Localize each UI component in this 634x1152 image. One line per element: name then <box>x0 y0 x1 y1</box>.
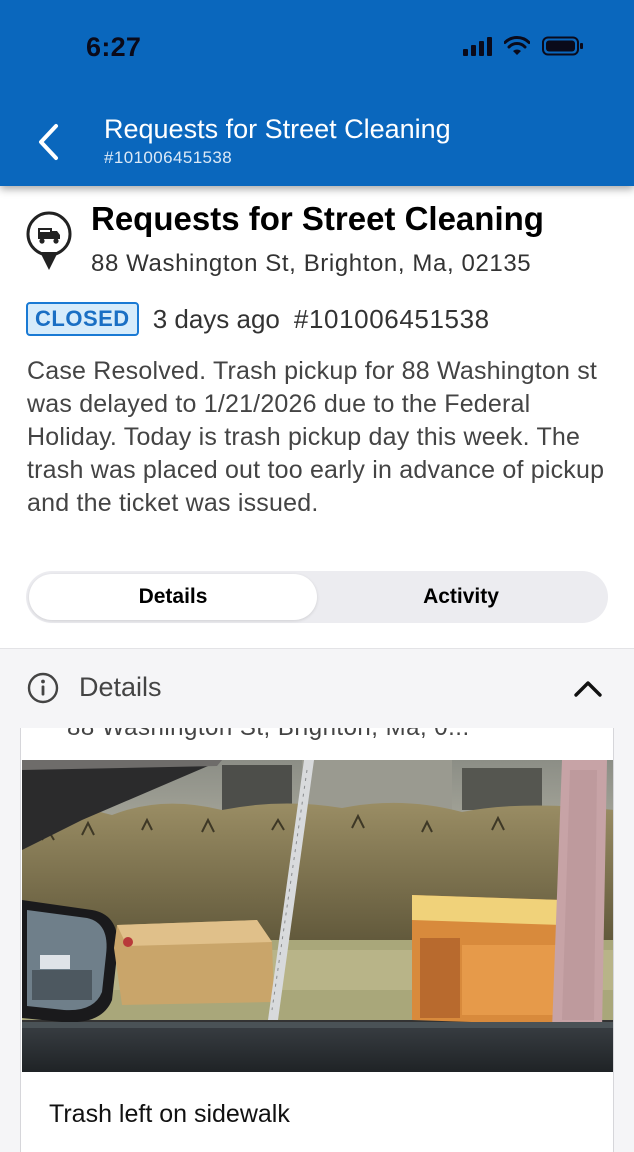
request-case-number: #101006451538 <box>293 303 490 334</box>
back-button[interactable] <box>28 118 68 166</box>
app-screen: 6:27 Requests for Street Cleaning #10100… <box>0 0 634 1152</box>
status-icons <box>463 36 584 56</box>
tab-details[interactable]: Details <box>29 574 317 620</box>
wifi-icon <box>504 36 530 55</box>
card-partial-address: 88 Washington St, Brighton, Ma, 0... <box>67 728 470 742</box>
details-card: 88 Washington St, Brighton, Ma, 0... <box>20 728 614 1152</box>
chevron-up-icon[interactable] <box>572 674 604 702</box>
status-row: CLOSED 3 days ago #101006451538 <box>26 302 490 336</box>
tab-control: Details Activity <box>26 571 608 623</box>
request-description: Case Resolved. Trash pickup for 88 Washi… <box>27 357 605 517</box>
header-case-number: #101006451538 <box>104 148 233 167</box>
info-icon <box>27 672 59 704</box>
request-title: Requests for Street Cleaning <box>91 200 544 237</box>
details-section-title: Details <box>79 672 162 702</box>
truck-pin-icon <box>26 211 72 270</box>
status-badge: CLOSED <box>26 302 139 336</box>
battery-icon <box>542 36 583 56</box>
signal-icon <box>463 36 492 56</box>
tab-activity[interactable]: Activity <box>317 574 605 620</box>
back-chevron-icon <box>39 124 58 160</box>
nav-header: 6:27 Requests for Street Cleaning #10100… <box>0 0 634 186</box>
request-photo[interactable] <box>22 760 614 1072</box>
photo-caption: Trash left on sidewalk <box>49 1100 290 1128</box>
status-time: 6:27 <box>86 32 142 62</box>
request-age: 3 days ago <box>152 303 280 334</box>
header-title: Requests for Street Cleaning <box>104 114 451 144</box>
request-address: 88 Washington St, Brighton, Ma, 02135 <box>91 250 532 277</box>
